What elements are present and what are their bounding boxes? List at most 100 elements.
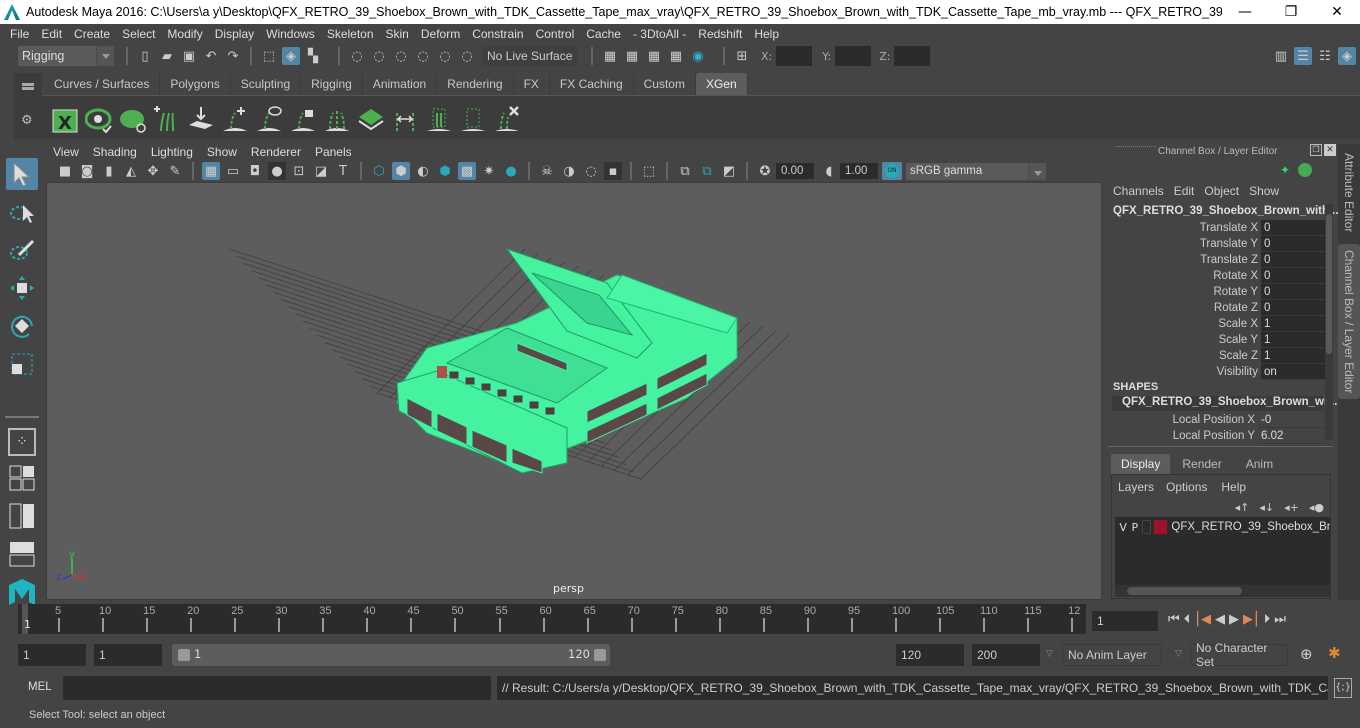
open-scene-icon[interactable]: ▰ <box>158 47 176 65</box>
menu-deform[interactable]: Deform <box>415 27 466 41</box>
channel-label[interactable]: Translate X <box>1108 220 1261 236</box>
2d-pan-zoom-icon[interactable]: ✥ <box>144 162 162 180</box>
grid-icon[interactable]: ▦ <box>202 162 220 180</box>
layer-color-swatch[interactable] <box>1153 520 1168 534</box>
cb-menu-edit[interactable]: Edit <box>1169 184 1200 198</box>
menu-skeleton[interactable]: Skeleton <box>321 27 380 41</box>
lasso-tool-icon[interactable] <box>6 196 38 228</box>
xray-joints-icon[interactable]: ⧉ <box>698 162 716 180</box>
depth-of-field-icon[interactable]: ▪ <box>604 162 622 180</box>
menu-select[interactable]: Select <box>116 27 161 41</box>
snap-projected-center-icon[interactable]: ◌ <box>414 47 432 65</box>
grease-pencil-icon[interactable]: ✎ <box>166 162 184 180</box>
x-field[interactable] <box>776 46 813 66</box>
range-start-handle[interactable] <box>178 649 190 661</box>
channel-label[interactable]: Scale X <box>1108 316 1261 332</box>
play-forward-icon[interactable]: ▶ <box>1229 612 1239 627</box>
field-chart-icon[interactable]: ⊡ <box>290 162 308 180</box>
create-description-icon[interactable] <box>153 103 181 133</box>
move-tool-icon[interactable] <box>6 272 38 304</box>
go-to-start-icon[interactable]: ⏮ <box>1168 612 1180 627</box>
channel-label[interactable]: Local Position Y <box>1108 428 1258 444</box>
render-frame-icon[interactable]: ▦ <box>623 47 641 65</box>
wireframe-on-shaded-icon[interactable]: ⬢ <box>436 162 454 180</box>
split-guides-icon[interactable] <box>323 103 351 133</box>
time-slider[interactable]: 1 5 10 15 20 25 30 35 40 45 50 55 60 65 70 75 80 85 90 95 1… <box>18 604 1086 634</box>
menu-windows[interactable]: Windows <box>260 27 321 41</box>
attribute-editor-tab[interactable]: Attribute Editor <box>1338 148 1360 238</box>
step-forward-key-icon[interactable]: ▶⎮ <box>1243 612 1260 627</box>
viewport-menu-renderer[interactable]: Renderer <box>244 145 308 159</box>
camera-attributes-icon[interactable]: ◙ <box>78 162 96 180</box>
delete-guides-icon[interactable] <box>493 103 521 133</box>
object-name[interactable]: QFX_RETRO_39_Shoebox_Brown_with... <box>1113 205 1339 217</box>
redo-icon[interactable]: ↷ <box>224 47 242 65</box>
cb-menu-show[interactable]: Show <box>1244 184 1284 198</box>
snap-view-plane-icon[interactable]: ◌ <box>436 47 454 65</box>
menu-edit[interactable]: Edit <box>35 27 68 41</box>
layer-tab-display[interactable]: Display <box>1111 454 1171 474</box>
channel-value[interactable]: -0 <box>1258 412 1326 428</box>
scale-tool-icon[interactable] <box>6 348 38 380</box>
shape-name[interactable]: QFX_RETRO_39_Shoebox_Brown_wit... <box>1112 396 1341 411</box>
move-layer-down-icon[interactable]: ◂↓ <box>1259 501 1274 514</box>
menu-modify[interactable]: Modify <box>161 27 208 41</box>
scrollbar-thumb[interactable] <box>1326 214 1332 354</box>
shape-channel-row[interactable]: Local Position X -0 <box>1108 412 1326 428</box>
viewport-menu-lighting[interactable]: Lighting <box>144 145 200 159</box>
channel-box-layer-editor-tab[interactable]: Channel Box / Layer Editor <box>1338 244 1360 399</box>
channel-value[interactable]: 0 <box>1261 220 1326 236</box>
step-back-key-icon[interactable]: ⎮◀ <box>1194 612 1211 627</box>
go-to-end-icon[interactable]: ⏭ <box>1274 612 1286 627</box>
shelf-tab-curves-surfaces[interactable]: Curves / Surfaces <box>44 73 161 95</box>
film-gate-icon[interactable]: ▭ <box>224 162 242 180</box>
shelf-tab-polygons[interactable]: Polygons <box>160 73 231 95</box>
channel-value[interactable]: 0 <box>1261 284 1326 300</box>
cassette-player-model[interactable] <box>396 248 738 474</box>
y-field[interactable] <box>835 46 872 66</box>
channel-label[interactable]: Scale Z <box>1108 348 1261 364</box>
input-mode-icon[interactable]: ⊞ <box>733 47 751 65</box>
smooth-shade-icon[interactable]: ⬢ <box>392 162 410 180</box>
minimize-button[interactable]: — <box>1222 4 1268 20</box>
layer-row[interactable]: V P QFX_RETRO_39_Shoebox_Brow <box>1115 517 1330 537</box>
select-by-object-icon[interactable]: ◈ <box>282 47 300 65</box>
default-material-icon[interactable]: ◐ <box>414 162 432 180</box>
select-guides-icon[interactable] <box>255 103 283 133</box>
layer-menu-options[interactable]: Options <box>1166 480 1207 494</box>
menu-skin[interactable]: Skin <box>380 27 415 41</box>
float-panel-button[interactable]: ❐ <box>1310 144 1322 156</box>
viewport-menu-show[interactable]: Show <box>200 145 244 159</box>
shelf-tab-xgen[interactable]: XGen <box>695 73 748 95</box>
viewport-menu-panels[interactable]: Panels <box>308 145 359 159</box>
channel-value[interactable]: 1 <box>1261 316 1326 332</box>
play-backward-icon[interactable]: ◀ <box>1215 612 1225 627</box>
shelf-tab-fx[interactable]: FX <box>513 73 550 95</box>
scrollbar-thumb[interactable] <box>1127 587 1242 595</box>
make-live-icon[interactable]: ◌ <box>458 47 476 65</box>
lock-guides-icon[interactable] <box>289 103 317 133</box>
cb-menu-object[interactable]: Object <box>1199 184 1244 198</box>
motion-blur-icon[interactable]: ◑ <box>560 162 578 180</box>
channel-label[interactable]: Visibility <box>1108 364 1261 380</box>
playback-start-field[interactable]: 1 <box>94 644 162 666</box>
manipulator-icon[interactable]: ✦ <box>1280 163 1290 177</box>
preview-icon[interactable] <box>85 103 113 133</box>
paint-select-tool-icon[interactable] <box>6 234 38 266</box>
shape-channel-row[interactable]: Local Position Y 6.02 <box>1108 428 1326 444</box>
channel-row[interactable]: Rotate Y0 <box>1108 284 1326 300</box>
channel-value[interactable]: 6.02 <box>1258 428 1326 444</box>
layer-tab-render[interactable]: Render <box>1170 454 1234 474</box>
patch-icon[interactable] <box>357 103 385 133</box>
xgen-editor-icon[interactable]: X <box>51 103 79 133</box>
channel-value[interactable]: 1 <box>1261 348 1326 364</box>
gamma-field[interactable]: 1.00 <box>840 163 878 179</box>
shelf-menu-icon[interactable] <box>22 83 34 86</box>
color-space-dropdown[interactable]: sRGB gamma <box>906 162 1046 180</box>
channel-row[interactable]: Scale X1 <box>1108 316 1326 332</box>
safe-title-icon[interactable]: T <box>334 162 352 180</box>
shelf-tab-custom[interactable]: Custom <box>633 73 696 95</box>
character-set-dropdown[interactable]: No Character Set <box>1190 641 1288 669</box>
perspective-viewport[interactable]: y x z persp <box>46 182 1102 600</box>
exposure-field[interactable]: 0.00 <box>776 163 814 179</box>
